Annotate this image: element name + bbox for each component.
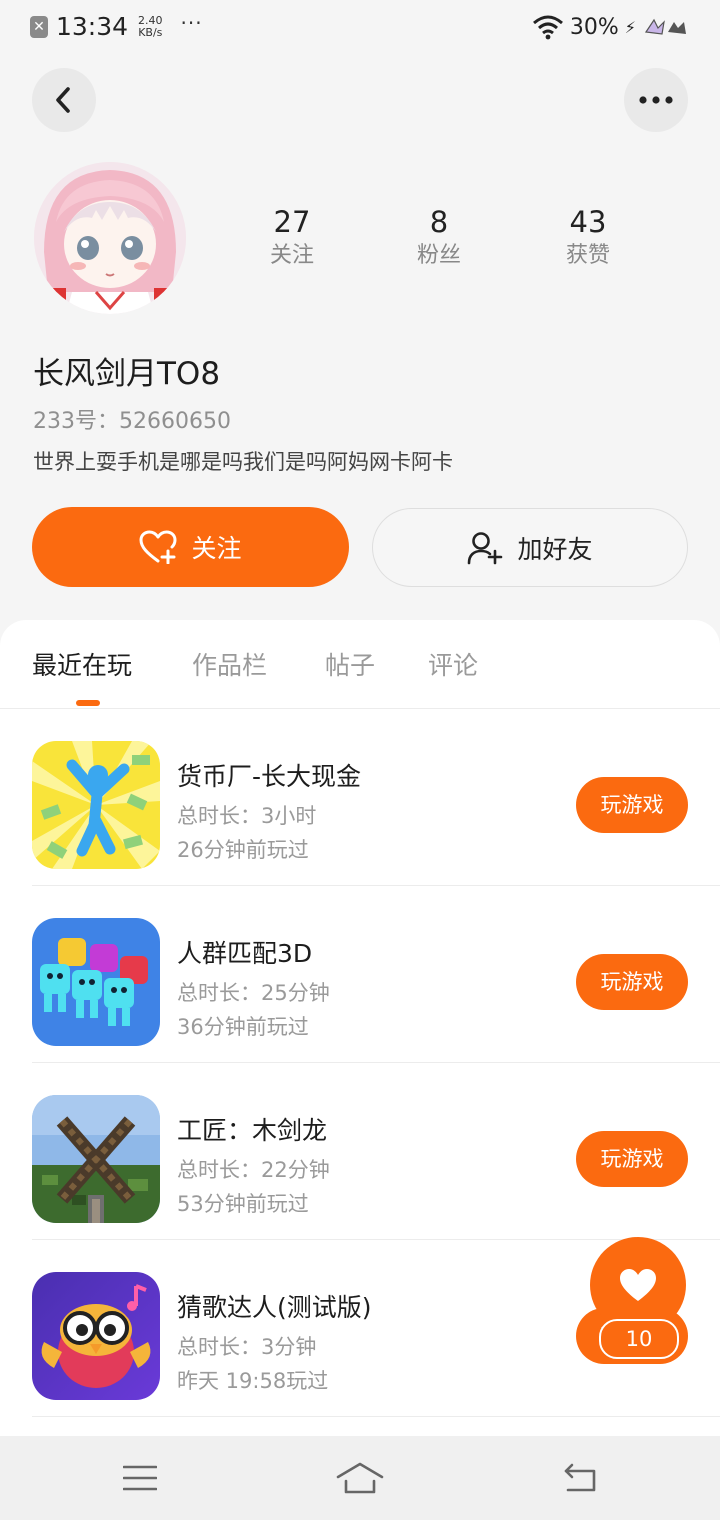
game-last-played: 36分钟前玩过 (177, 1015, 309, 1039)
tab-works[interactable]: 作品栏 (192, 646, 267, 682)
game-row[interactable]: 工匠：木剑龙 总时长：22分钟 53分钟前玩过 玩游戏 (0, 1063, 720, 1240)
charging-icon: ⚡ (624, 17, 636, 37)
game-duration: 总时长：3小时 (177, 804, 317, 828)
game-last-played: 昨天 19:58玩过 (177, 1369, 329, 1393)
play-game-button[interactable]: 玩游戏 (576, 1131, 688, 1187)
tab-comments[interactable]: 评论 (428, 646, 478, 682)
home-nav-button[interactable] (330, 1456, 390, 1500)
notification-x-icon: ✕ (30, 15, 48, 38)
following-label: 关注 (269, 243, 314, 268)
system-nav-bar (0, 1436, 720, 1520)
following-stat[interactable]: 27 关注 (232, 204, 352, 272)
game-name: 工匠：木剑龙 (177, 1116, 328, 1145)
likes-label: 获赞 (565, 243, 610, 268)
add-user-icon (468, 531, 503, 564)
back-button[interactable] (32, 68, 96, 132)
avatar[interactable] (34, 162, 186, 314)
game-name: 货币厂-长大现金 (177, 762, 362, 791)
guess-song-game-icon (32, 1272, 160, 1400)
followers-stat[interactable]: 8 粉丝 (379, 204, 499, 272)
game-duration: 总时长：25分钟 (177, 981, 330, 1005)
more-dots-icon (639, 96, 673, 104)
game-name: 猜歌达人(测试版) (177, 1293, 372, 1322)
home-icon (336, 1462, 384, 1494)
tab-recently-played[interactable]: 最近在玩 (32, 646, 132, 682)
game-last-played: 53分钟前玩过 (177, 1192, 309, 1216)
menu-icon (123, 1465, 157, 1491)
add-friend-label: 加好友 (517, 534, 593, 564)
game-duration: 总时长：22分钟 (177, 1158, 330, 1182)
username: 长风剑月TO8 (33, 356, 221, 392)
followers-label: 粉丝 (416, 243, 461, 268)
active-tab-indicator (76, 700, 100, 706)
wifi-icon (532, 15, 563, 40)
follow-button[interactable]: 关注 (32, 507, 349, 587)
likes-count: 43 (569, 205, 607, 239)
likes-stat[interactable]: 43 获赞 (528, 204, 648, 272)
user-id: 233号：52660650 (33, 409, 231, 434)
more-options-button[interactable] (624, 68, 688, 132)
anime-girl-avatar-image (34, 162, 186, 314)
back-nav-button[interactable] (550, 1456, 610, 1500)
row-divider (32, 1416, 720, 1417)
menu-nav-button[interactable] (110, 1456, 170, 1500)
game-name: 人群匹配3D (177, 939, 313, 968)
status-right: 30% ⚡ (532, 14, 690, 40)
crowd-match-game-icon (32, 918, 160, 1046)
battery-percent: 30% (569, 14, 619, 40)
craftsman-game-icon (32, 1095, 160, 1223)
status-more-dots: ··· (180, 10, 203, 35)
status-time: 13:34 (56, 12, 129, 41)
game-row[interactable]: 货币厂-长大现金 总时长：3小时 26分钟前玩过 玩游戏 (0, 709, 720, 886)
network-speed-unit: KB/s (138, 25, 163, 39)
heart-plus-icon (139, 530, 177, 564)
game-last-played: 26分钟前玩过 (177, 838, 309, 862)
tab-posts[interactable]: 帖子 (325, 646, 375, 682)
game-duration: 总时长：3分钟 (177, 1335, 317, 1359)
chevron-left-icon (56, 87, 70, 113)
profile-tabs: 最近在玩 作品栏 帖子 评论 (0, 620, 720, 709)
heart-icon (620, 1269, 656, 1301)
battery-decoration-icon (644, 18, 686, 35)
like-count: 10 (599, 1319, 679, 1359)
add-friend-button[interactable]: 加好友 (372, 508, 688, 587)
followers-count: 8 (429, 205, 449, 239)
game-row[interactable]: 人群匹配3D 总时长：25分钟 36分钟前玩过 玩游戏 (0, 886, 720, 1063)
status-bar: ✕ 13:34 2.40 KB/s ··· 30% ⚡ (0, 0, 720, 58)
user-bio: 世界上耍手机是哪是吗我们是吗阿妈网卡阿卡 (33, 450, 453, 474)
status-left: ✕ 13:34 2.40 KB/s ··· (30, 10, 203, 41)
network-speed: 2.40 KB/s (138, 13, 163, 39)
network-speed-value: 2.40 (138, 13, 163, 27)
play-game-button[interactable]: 玩游戏 (576, 954, 688, 1010)
follow-label: 关注 (191, 534, 242, 563)
following-count: 27 (273, 205, 311, 239)
play-game-button[interactable]: 玩游戏 (576, 777, 688, 833)
return-icon (564, 1463, 596, 1492)
money-factory-game-icon (32, 741, 160, 869)
